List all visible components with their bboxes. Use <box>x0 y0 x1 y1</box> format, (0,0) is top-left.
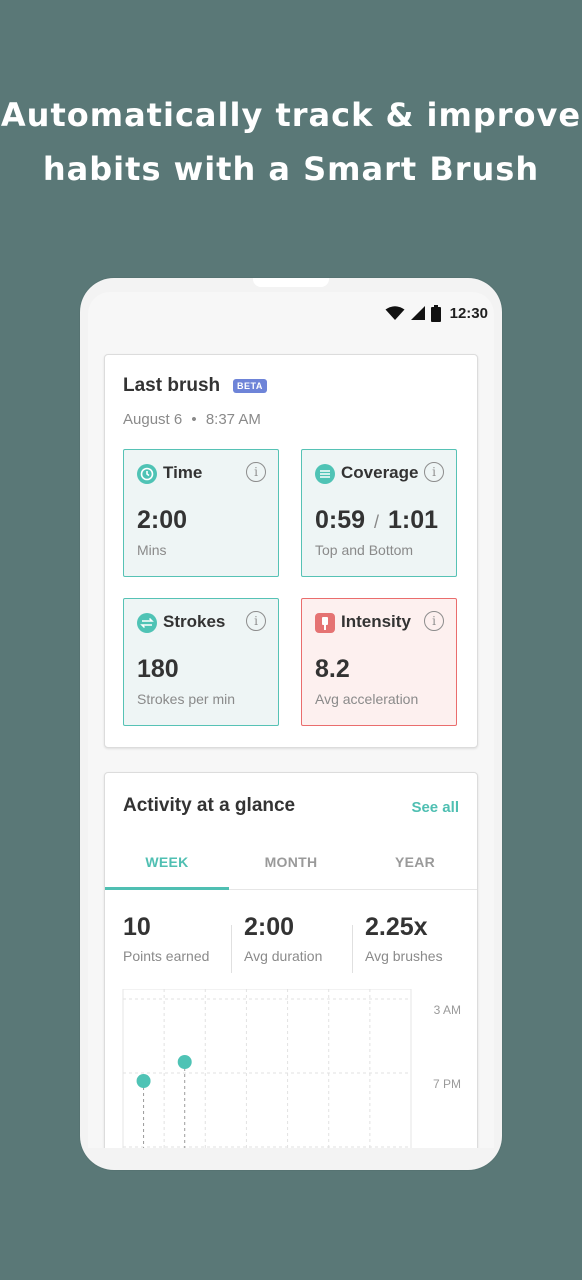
activity-card: Activity at a glance See all WEEK MONTH … <box>104 772 478 1148</box>
clock-icon <box>137 464 157 484</box>
battery-icon <box>430 304 441 322</box>
intensity-tile-title: Intensity <box>341 612 411 631</box>
stat-brushes: 2.25x Avg brushes <box>365 913 443 964</box>
stat-points-value: 10 <box>123 913 151 941</box>
active-tab-indicator <box>105 887 229 890</box>
activity-title: Activity at a glance <box>123 795 296 816</box>
headline-line-2: habits with a Smart Brush <box>42 150 540 188</box>
tab-month[interactable]: MONTH <box>229 841 353 889</box>
stat-brushes-label: Avg brushes <box>365 948 443 964</box>
coverage-tile-sub: Top and Bottom <box>315 542 414 558</box>
strokes-icon <box>137 613 157 633</box>
coverage-tile[interactable]: Coverage i 0:59 / 1:01 Top and Bottom <box>301 449 457 577</box>
tab-year[interactable]: YEAR <box>353 841 477 889</box>
status-time: 12:30 <box>449 304 488 322</box>
stat-duration: 2:00 Avg duration <box>244 913 322 964</box>
beta-badge: BETA <box>233 379 267 393</box>
time-tile-value: 2:00 <box>137 506 188 534</box>
strokes-tile-title: Strokes <box>163 612 226 631</box>
stat-duration-label: Avg duration <box>244 948 323 964</box>
last-brush-datetime: August 6 • 8:37 AM <box>123 411 261 428</box>
phone-speaker <box>253 278 329 287</box>
coverage-total-value: 1:01 <box>387 506 439 534</box>
strokes-tile[interactable]: Strokes i 180 Strokes per min <box>123 598 279 726</box>
see-all-link[interactable]: See all <box>411 799 459 816</box>
brush-icon <box>315 613 335 633</box>
coverage-tile-value: 0:59 / 1:01 <box>315 506 438 535</box>
coverage-divider: / <box>374 512 380 532</box>
status-bar: 12:30 <box>385 302 488 324</box>
chart-point <box>136 1074 151 1088</box>
phone-screen: 12:30 Last brush BETA August 6 • 8:37 AM… <box>88 292 494 1148</box>
headline: Automatically track & improve habits wit… <box>0 88 582 196</box>
y-tick-label-1: 7 PM <box>433 1077 461 1091</box>
stat-divider <box>352 925 353 973</box>
strokes-info-icon[interactable]: i <box>246 611 266 631</box>
last-brush-time: 8:37 AM <box>205 411 261 428</box>
chart-grid <box>122 989 412 1148</box>
stat-divider <box>231 925 232 973</box>
chart-point <box>177 1055 192 1069</box>
strokes-tile-sub: Strokes per min <box>137 691 236 707</box>
coverage-info-icon[interactable]: i <box>424 462 444 482</box>
stat-points: 10 Points earned <box>123 913 209 964</box>
chart-frame <box>122 989 412 1148</box>
activity-chart: 3 AM 7 PM <box>122 989 461 1148</box>
date-separator: • <box>191 411 197 428</box>
intensity-tile[interactable]: Intensity i 8.2 Avg acceleration <box>301 598 457 726</box>
wifi-icon <box>385 306 405 320</box>
intensity-tile-value: 8.2 <box>315 655 350 683</box>
coverage-top-value: 0:59 <box>315 506 366 534</box>
last-brush-title: Last brush <box>123 375 221 396</box>
period-tabs: WEEK MONTH YEAR <box>105 841 477 890</box>
stat-points-label: Points earned <box>123 948 210 964</box>
last-brush-card[interactable]: Last brush BETA August 6 • 8:37 AM Time … <box>104 354 478 748</box>
y-tick-label-0: 3 AM <box>434 1003 461 1017</box>
stat-duration-value: 2:00 <box>244 913 295 941</box>
time-tile-title: Time <box>163 463 203 482</box>
tab-week[interactable]: WEEK <box>105 841 229 889</box>
intensity-info-icon[interactable]: i <box>424 611 444 631</box>
last-brush-date: August 6 <box>123 411 183 428</box>
strokes-tile-value: 180 <box>137 655 179 683</box>
cellular-icon <box>410 306 425 320</box>
coverage-tile-title: Coverage <box>341 463 419 482</box>
intensity-tile-sub: Avg acceleration <box>315 691 419 707</box>
coverage-icon <box>315 464 335 484</box>
phone-frame: 12:30 Last brush BETA August 6 • 8:37 AM… <box>80 278 502 1170</box>
stat-brushes-value: 2.25x <box>365 913 428 941</box>
time-tile[interactable]: Time i 2:00 Mins <box>123 449 279 577</box>
time-info-icon[interactable]: i <box>246 462 266 482</box>
headline-line-1: Automatically track & improve <box>0 96 582 134</box>
time-tile-sub: Mins <box>137 542 167 558</box>
